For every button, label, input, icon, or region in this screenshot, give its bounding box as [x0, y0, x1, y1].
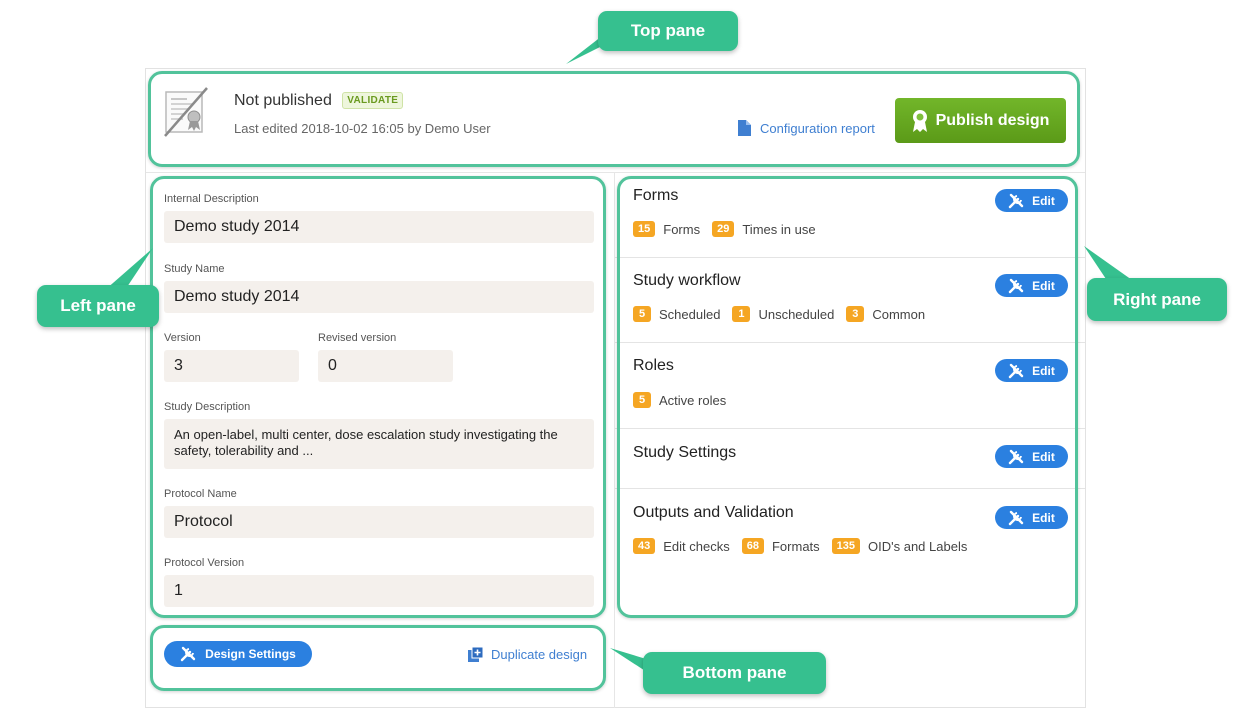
left-pane-callout: Left pane — [37, 285, 159, 327]
top-divider — [146, 172, 1085, 173]
right-pane-highlight — [617, 176, 1078, 618]
top-pane-highlight — [148, 71, 1080, 167]
bottom-pane-highlight — [150, 625, 606, 691]
left-pane-highlight — [150, 176, 606, 618]
right-pane-callout: Right pane — [1087, 278, 1227, 321]
top-pane-callout: Top pane — [598, 11, 738, 51]
bottom-pane-callout: Bottom pane — [643, 652, 826, 694]
column-divider — [614, 172, 615, 708]
